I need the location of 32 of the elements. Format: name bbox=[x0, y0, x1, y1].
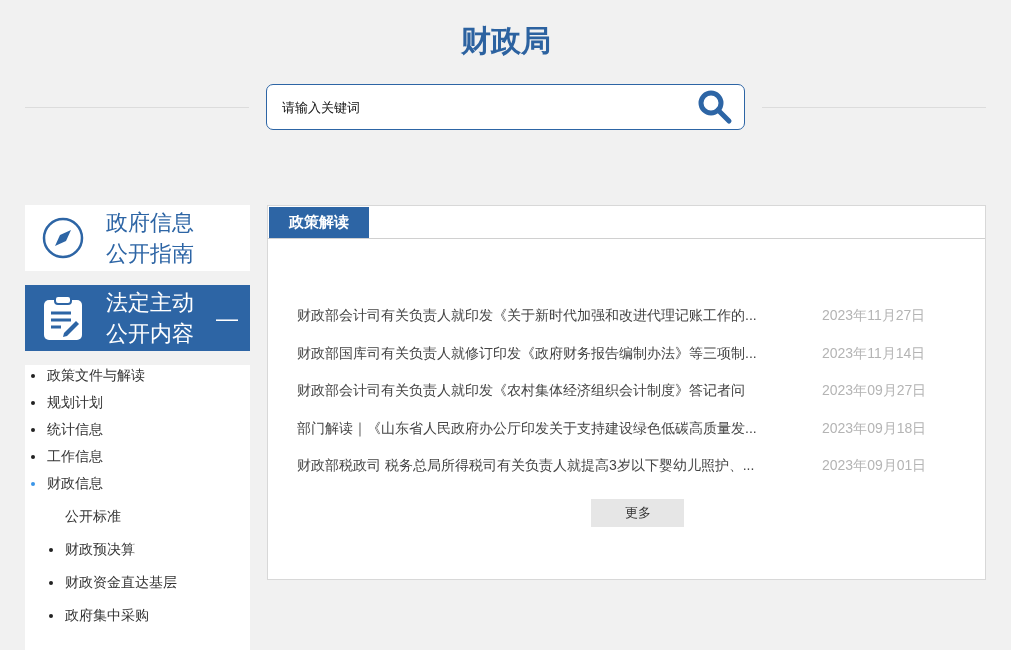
submenu-item[interactable]: 财政资金直达基层 bbox=[65, 572, 177, 593]
collapse-toggle[interactable]: — bbox=[216, 301, 238, 335]
article-link[interactable]: 部门解读｜《山东省人民政府办公厅印发关于支持建设绿色低碳高质量发... bbox=[297, 417, 822, 439]
compass-icon bbox=[42, 217, 84, 259]
menu-item[interactable]: 工作信息 bbox=[47, 446, 103, 467]
submenu-item[interactable]: 政府集中采购 bbox=[65, 605, 149, 626]
menu-item[interactable]: 政策文件与解读 bbox=[47, 365, 145, 386]
card-title-line: 公开内容 bbox=[106, 320, 194, 348]
article-date: 2023年09月01日 bbox=[822, 456, 927, 476]
section-tab[interactable]: 政策解读 bbox=[269, 207, 369, 238]
card-title-line: 法定主动 bbox=[106, 289, 194, 317]
guide-card[interactable]: 政府信息 公开指南 bbox=[25, 205, 250, 271]
card-title-line: 政府信息 bbox=[106, 209, 194, 237]
clipboard-pencil-icon bbox=[42, 295, 84, 341]
article-date: 2023年09月18日 bbox=[822, 418, 927, 438]
menu-item[interactable]: 统计信息 bbox=[47, 419, 103, 440]
submenu-item[interactable]: 公开标准 bbox=[65, 506, 121, 527]
article-link[interactable]: 财政部国库司有关负责人就修订印发《政府财务报告编制办法》等三项制... bbox=[297, 342, 822, 364]
site-title: 财政局 bbox=[460, 23, 551, 59]
card-title-line: 公开指南 bbox=[106, 240, 194, 268]
menu-item[interactable]: 规划计划 bbox=[47, 392, 103, 413]
article-link[interactable]: 财政部税政司 税务总局所得税司有关负责人就提高3岁以下婴幼儿照护、... bbox=[297, 455, 822, 477]
article-date: 2023年09月27日 bbox=[822, 381, 927, 401]
search-icon[interactable] bbox=[697, 89, 733, 125]
submenu-item[interactable]: 财政预决算 bbox=[65, 539, 135, 560]
article-date: 2023年11月27日 bbox=[822, 306, 926, 326]
menu-item[interactable]: 财政信息 bbox=[47, 473, 103, 494]
article-link[interactable]: 财政部会计司有关负责人就印发《关于新时代加强和改进代理记账工作的... bbox=[297, 305, 822, 327]
article-date: 2023年11月14日 bbox=[822, 343, 926, 363]
search-field[interactable]: 请输入关键词 bbox=[266, 84, 745, 130]
more-button[interactable]: 更多 bbox=[591, 498, 684, 527]
article-link[interactable]: 财政部会计司有关负责人就印发《农村集体经济组织会计制度》答记者问 bbox=[297, 380, 822, 402]
